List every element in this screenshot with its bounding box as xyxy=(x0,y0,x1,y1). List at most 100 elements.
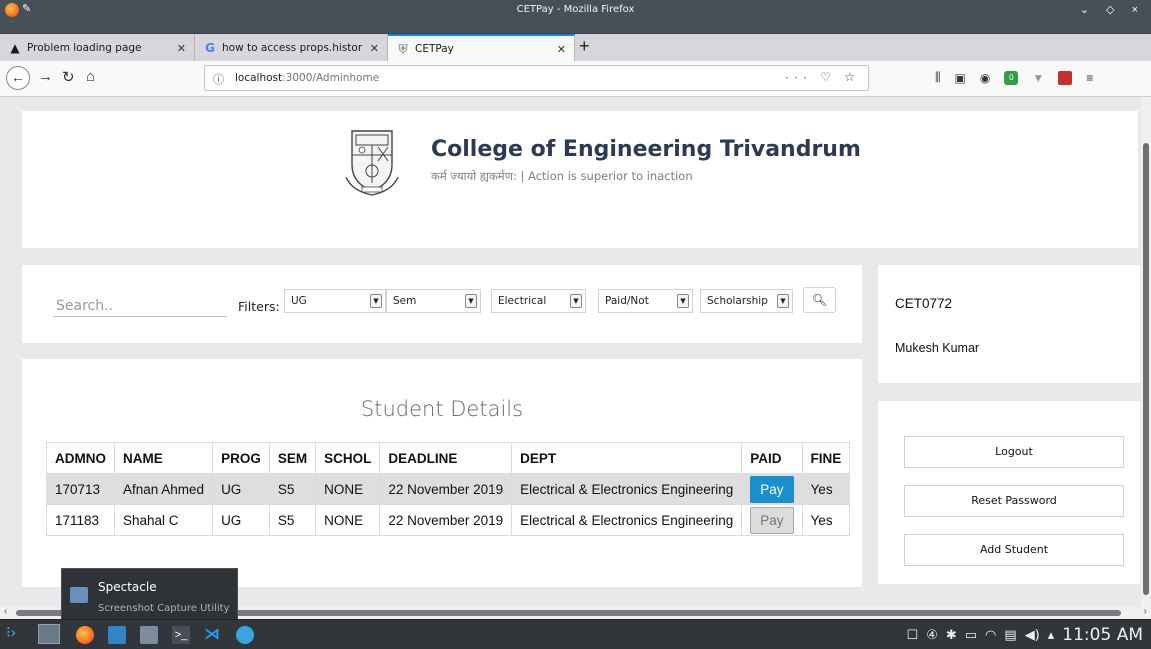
student-details-card: Student Details ADMNO NAME PROG SEM SCHO… xyxy=(22,359,862,587)
table-row[interactable]: 171183 Shahal C UG S5 NONE 22 November 2… xyxy=(46,504,851,536)
application-menu-icon[interactable]: ⁝› xyxy=(6,623,24,641)
file-manager-icon[interactable] xyxy=(108,626,126,644)
new-tab-button[interactable]: + xyxy=(579,36,590,57)
pay-button[interactable]: Pay xyxy=(750,475,794,503)
header-card: College of Engineering Trivandrum कर्म ज… xyxy=(22,111,1138,248)
close-icon[interactable]: ✕ xyxy=(370,42,379,55)
student-table: ADMNO NAME PROG SEM SCHOL DEADLINE DEPT … xyxy=(46,442,851,536)
column-header: PAID xyxy=(741,442,803,474)
paid-cell: Pay xyxy=(741,504,803,536)
chevron-down-icon: ▼ xyxy=(465,294,477,308)
prog-cell: UG xyxy=(212,473,270,505)
paid-status-select[interactable]: Paid/Not ▼ xyxy=(598,289,693,313)
filter-card: Filters: UG ▼ Sem ▼ Electrical ▼ Paid/No… xyxy=(22,265,862,343)
search-icon: 🔍︎ xyxy=(811,293,828,307)
system-monitor-icon[interactable] xyxy=(140,626,158,644)
schol-cell: NONE xyxy=(315,504,381,536)
tab-google-search[interactable]: G how to access props.histor ✕ xyxy=(195,34,388,62)
tab-cetpay[interactable]: ⛨ CETPay ✕ xyxy=(388,34,575,62)
window-controls[interactable]: ⌄ ◇ × xyxy=(1080,3,1145,16)
tab-strip: ▲ Problem loading page ✕ G how to access… xyxy=(0,33,1151,62)
menu-icon[interactable]: ≡ xyxy=(1086,71,1093,85)
tooltip-title: Spectacle xyxy=(98,580,157,594)
user-name: Mukesh Kumar xyxy=(895,341,980,355)
sem-cell: S5 xyxy=(268,473,317,505)
window-title-bar: ✎ CETPay - Mozilla Firefox ⌄ ◇ × xyxy=(0,0,1151,33)
logout-button[interactable]: Logout xyxy=(904,436,1124,468)
add-student-button[interactable]: Add Student xyxy=(904,534,1124,566)
home-button[interactable]: ⌂ xyxy=(86,68,95,85)
extension-badge-icon[interactable]: 0 xyxy=(1004,70,1019,85)
program-select[interactable]: UG ▼ xyxy=(284,289,386,313)
reset-password-button[interactable]: Reset Password xyxy=(904,485,1124,517)
close-icon[interactable]: ✕ xyxy=(557,43,566,56)
url-text: localhost:3000/Adminhome xyxy=(235,72,380,84)
spectacle-tooltip: Spectacle Screenshot Capture Utility xyxy=(61,568,238,620)
back-button[interactable]: ← xyxy=(6,66,30,90)
vertical-scrollbar[interactable] xyxy=(1141,97,1151,607)
semester-select[interactable]: Sem ▼ xyxy=(386,289,481,313)
program-select-value: UG xyxy=(291,295,307,307)
tab-label: Problem loading page xyxy=(27,42,142,54)
student-details-title: Student Details xyxy=(360,397,524,421)
clipboard-icon[interactable]: ▤ xyxy=(1004,628,1016,643)
vscode-icon[interactable]: ⋊ xyxy=(204,624,222,643)
desktop-pager-icon[interactable] xyxy=(38,624,60,644)
department-select[interactable]: Electrical ▼ xyxy=(491,289,586,313)
tray-expand-icon[interactable]: ▴ xyxy=(1048,628,1055,643)
tab-problem-loading[interactable]: ▲ Problem loading page ✕ xyxy=(0,34,195,62)
college-name: College of Engineering Trivandrum xyxy=(431,137,861,162)
admin-actions-card: Logout Reset Password Add Student xyxy=(878,401,1140,584)
sidebar-icon[interactable]: ▣ xyxy=(955,71,966,85)
google-icon: G xyxy=(205,41,215,55)
column-header: FINE xyxy=(801,442,851,474)
firefox-taskbar-icon[interactable] xyxy=(76,626,94,644)
page-actions[interactable]: ··· ♡ ☆ xyxy=(785,70,860,84)
reload-button[interactable]: ↻ xyxy=(62,68,75,86)
window-title: CETPay - Mozilla Firefox xyxy=(516,4,635,15)
red-extension-icon[interactable] xyxy=(1058,70,1073,85)
semester-select-value: Sem xyxy=(393,295,417,307)
search-button[interactable]: 🔍︎ xyxy=(803,287,836,313)
chevron-down-icon: ▼ xyxy=(570,294,582,308)
column-header: SEM xyxy=(268,442,317,474)
user-id: CET0772 xyxy=(895,296,953,311)
vue-devtools-icon[interactable]: ▼ xyxy=(1032,71,1044,85)
column-header: DEPT xyxy=(511,442,743,474)
account-icon[interactable]: ◉ xyxy=(980,71,990,85)
forward-button[interactable]: → xyxy=(38,68,53,85)
scroll-right-icon[interactable]: › xyxy=(1144,606,1147,617)
kdeconnect-icon[interactable]: ④ xyxy=(926,628,938,643)
url-bar[interactable]: ⓘ localhost:3000/Adminhome ··· ♡ ☆ xyxy=(204,65,869,91)
fine-cell: Yes xyxy=(801,473,851,505)
pay-button[interactable]: Pay xyxy=(750,506,794,534)
volume-icon[interactable]: ◀) xyxy=(1025,628,1040,643)
telegram-icon[interactable] xyxy=(236,626,254,644)
column-header: SCHOL xyxy=(315,442,381,474)
scholarship-select[interactable]: Scholarship ▼ xyxy=(700,289,793,313)
bluetooth-icon[interactable]: ✱ xyxy=(946,628,957,643)
toolbar-icons: ⫼ ▣ ◉ 0 ▼ ≡ xyxy=(935,70,1093,85)
filters-label: Filters: xyxy=(238,299,280,314)
college-crest-logo xyxy=(345,130,399,196)
table-row[interactable]: 170713 Afnan Ahmed UG S5 NONE 22 Novembe… xyxy=(46,473,851,505)
scrollbar-thumb[interactable] xyxy=(1143,143,1149,595)
terminal-icon[interactable]: >_ xyxy=(172,626,190,644)
dept-cell: Electrical & Electronics Engineering xyxy=(511,504,743,536)
prog-cell: UG xyxy=(212,504,270,536)
library-icon[interactable]: ⫼ xyxy=(935,70,941,85)
close-icon[interactable]: ✕ xyxy=(177,42,186,55)
column-header: NAME xyxy=(113,442,214,474)
wifi-icon[interactable]: ◠ xyxy=(985,628,996,643)
scroll-left-icon[interactable]: ‹ xyxy=(4,606,7,617)
clock[interactable]: 11:05 AM xyxy=(1062,625,1143,645)
column-header: PROG xyxy=(212,442,270,474)
name-cell: Afnan Ahmed xyxy=(113,473,214,505)
chevron-down-icon: ▼ xyxy=(677,294,689,308)
warning-icon: ▲ xyxy=(10,41,20,55)
info-icon[interactable]: ⓘ xyxy=(213,71,224,87)
battery-icon[interactable]: ▭ xyxy=(965,628,977,643)
search-input[interactable] xyxy=(54,296,226,317)
admno-cell: 171183 xyxy=(46,504,115,536)
show-desktop-icon[interactable]: ☐ xyxy=(907,628,919,643)
